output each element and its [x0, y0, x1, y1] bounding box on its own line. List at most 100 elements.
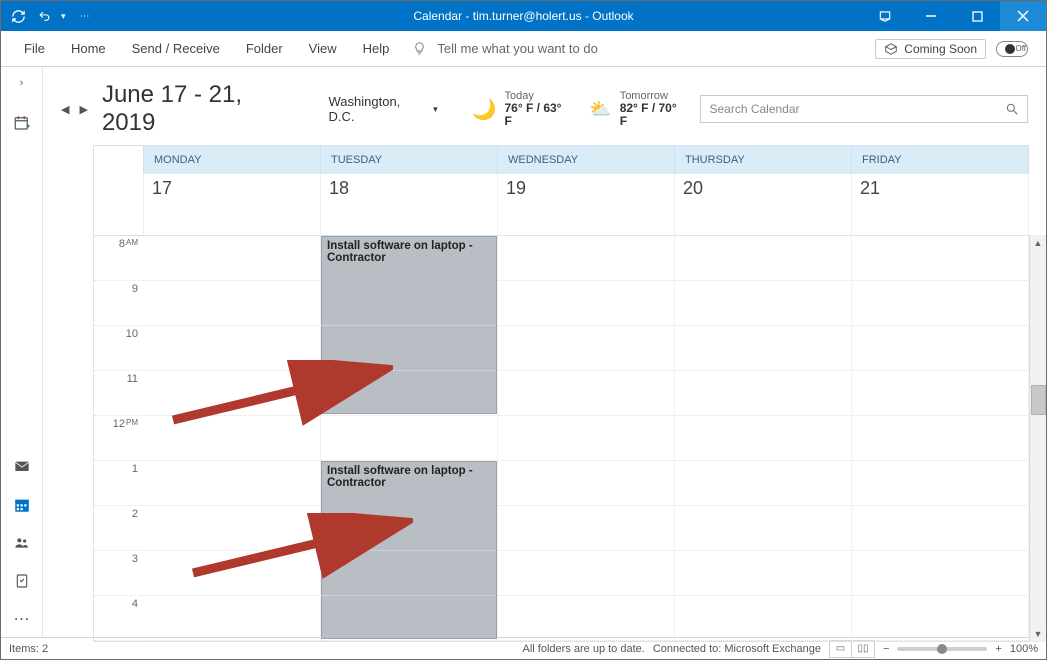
tasks-icon[interactable] — [12, 571, 32, 591]
time-slot[interactable] — [852, 461, 1029, 506]
weather-today-temp: 76° F / 63° F — [505, 102, 572, 128]
time-slot[interactable] — [852, 326, 1029, 371]
date-number[interactable]: 17 — [144, 174, 321, 235]
menu-send-receive[interactable]: Send / Receive — [119, 31, 233, 67]
time-slot[interactable] — [852, 551, 1029, 596]
menu-home[interactable]: Home — [58, 31, 119, 67]
time-slot[interactable]: Install software on laptop - Contractor — [321, 461, 498, 506]
qat-chevron-icon[interactable]: ▾ — [61, 11, 66, 22]
scroll-up-icon[interactable]: ▲ — [1034, 235, 1043, 251]
time-slot[interactable] — [144, 326, 321, 371]
time-slot[interactable] — [498, 596, 675, 641]
tell-me-field[interactable]: Tell me what you want to do — [431, 31, 610, 67]
date-number[interactable]: 18 — [321, 174, 498, 235]
time-slot[interactable] — [321, 416, 498, 461]
time-slot[interactable] — [498, 326, 675, 371]
time-slot[interactable] — [675, 596, 852, 641]
time-slot[interactable] — [144, 371, 321, 416]
time-slot[interactable] — [498, 461, 675, 506]
view-normal-icon[interactable]: ▭ — [830, 641, 852, 657]
undo-icon[interactable] — [35, 7, 53, 25]
view-switcher[interactable]: ▭ ▯▯ — [829, 640, 875, 658]
time-slot[interactable] — [144, 281, 321, 326]
date-number[interactable]: 20 — [675, 174, 852, 235]
time-slot[interactable] — [321, 281, 498, 326]
date-gutter — [94, 174, 144, 235]
time-slot[interactable] — [144, 506, 321, 551]
coming-soon-button[interactable]: Coming Soon — [875, 39, 986, 59]
time-slot[interactable] — [852, 236, 1029, 281]
people-icon[interactable] — [12, 533, 32, 553]
day-header: TUESDAY — [321, 146, 498, 174]
time-slot[interactable] — [852, 416, 1029, 461]
menu-folder[interactable]: Folder — [233, 31, 296, 67]
maximize-button[interactable] — [954, 1, 1000, 31]
time-slot[interactable] — [675, 461, 852, 506]
time-slot[interactable] — [498, 506, 675, 551]
calendar-icon[interactable] — [12, 495, 32, 515]
menu-view[interactable]: View — [296, 31, 350, 67]
time-slot[interactable] — [852, 281, 1029, 326]
time-slot[interactable] — [675, 326, 852, 371]
weather-tomorrow[interactable]: ⛅ Tomorrow 82° F / 70° F — [589, 90, 686, 128]
time-slot[interactable] — [498, 281, 675, 326]
time-slot[interactable] — [144, 596, 321, 641]
time-slot[interactable] — [675, 371, 852, 416]
close-button[interactable] — [1000, 1, 1046, 31]
time-slot[interactable] — [675, 506, 852, 551]
mail-icon[interactable] — [12, 457, 32, 477]
date-number[interactable]: 21 — [852, 174, 1029, 235]
sync-icon[interactable] — [9, 7, 27, 25]
zoom-in-button[interactable]: + — [995, 643, 1001, 655]
time-slot[interactable] — [852, 506, 1029, 551]
time-slot[interactable] — [321, 551, 498, 596]
time-slot[interactable] — [144, 551, 321, 596]
zoom-slider[interactable] — [897, 647, 987, 651]
date-number[interactable]: 19 — [498, 174, 675, 235]
menu-help[interactable]: Help — [350, 31, 403, 67]
search-placeholder: Search Calendar — [709, 102, 799, 116]
scroll-down-icon[interactable]: ▼ — [1034, 626, 1043, 642]
time-slot[interactable] — [498, 416, 675, 461]
time-slot[interactable] — [675, 281, 852, 326]
day-header: MONDAY — [144, 146, 321, 174]
time-slot[interactable] — [675, 551, 852, 596]
time-slot[interactable] — [144, 236, 321, 281]
prev-week-button[interactable]: ◀ — [61, 103, 69, 116]
time-slot[interactable] — [321, 506, 498, 551]
minimize-button[interactable] — [908, 1, 954, 31]
time-slot[interactable] — [144, 461, 321, 506]
time-slot[interactable] — [321, 371, 498, 416]
zoom-out-button[interactable]: − — [883, 643, 889, 655]
overflow-icon[interactable]: ⋯ — [12, 609, 32, 629]
time-slot[interactable] — [321, 326, 498, 371]
lightbulb-icon[interactable] — [402, 31, 431, 67]
zoom-label: 100% — [1010, 643, 1038, 655]
day-header: WEDNESDAY — [498, 146, 675, 174]
new-event-icon[interactable] — [12, 113, 32, 133]
coming-soon-toggle[interactable]: Off — [996, 41, 1028, 57]
time-slot[interactable] — [321, 596, 498, 641]
time-slot[interactable] — [144, 416, 321, 461]
vertical-scrollbar[interactable]: ▲ ▼ — [1029, 235, 1046, 642]
qat-overflow-icon[interactable]: ⋯ — [74, 11, 90, 22]
time-slot[interactable]: Install software on laptop - Contractor — [321, 236, 498, 281]
calendar-grid[interactable]: MONDAYTUESDAYWEDNESDAYTHURSDAYFRIDAY1718… — [93, 145, 1029, 642]
time-slot[interactable] — [498, 236, 675, 281]
scrollbar-thumb[interactable] — [1031, 385, 1046, 415]
ribbon-display-button[interactable] — [862, 1, 908, 31]
time-slot[interactable] — [498, 371, 675, 416]
search-input[interactable]: Search Calendar — [700, 95, 1028, 123]
next-week-button[interactable]: ▶ — [79, 103, 87, 116]
time-slot[interactable] — [852, 371, 1029, 416]
location-selector[interactable]: Washington, D.C. ▾ — [329, 94, 438, 124]
weather-today[interactable]: 🌙 Today 76° F / 63° F — [472, 90, 572, 128]
time-slot[interactable] — [852, 596, 1029, 641]
expand-rail-icon[interactable]: › — [12, 73, 32, 93]
menu-file[interactable]: File — [11, 31, 58, 67]
hour-label: 11 — [94, 371, 144, 416]
time-slot[interactable] — [498, 551, 675, 596]
time-slot[interactable] — [675, 416, 852, 461]
view-reading-icon[interactable]: ▯▯ — [852, 641, 874, 657]
time-slot[interactable] — [675, 236, 852, 281]
